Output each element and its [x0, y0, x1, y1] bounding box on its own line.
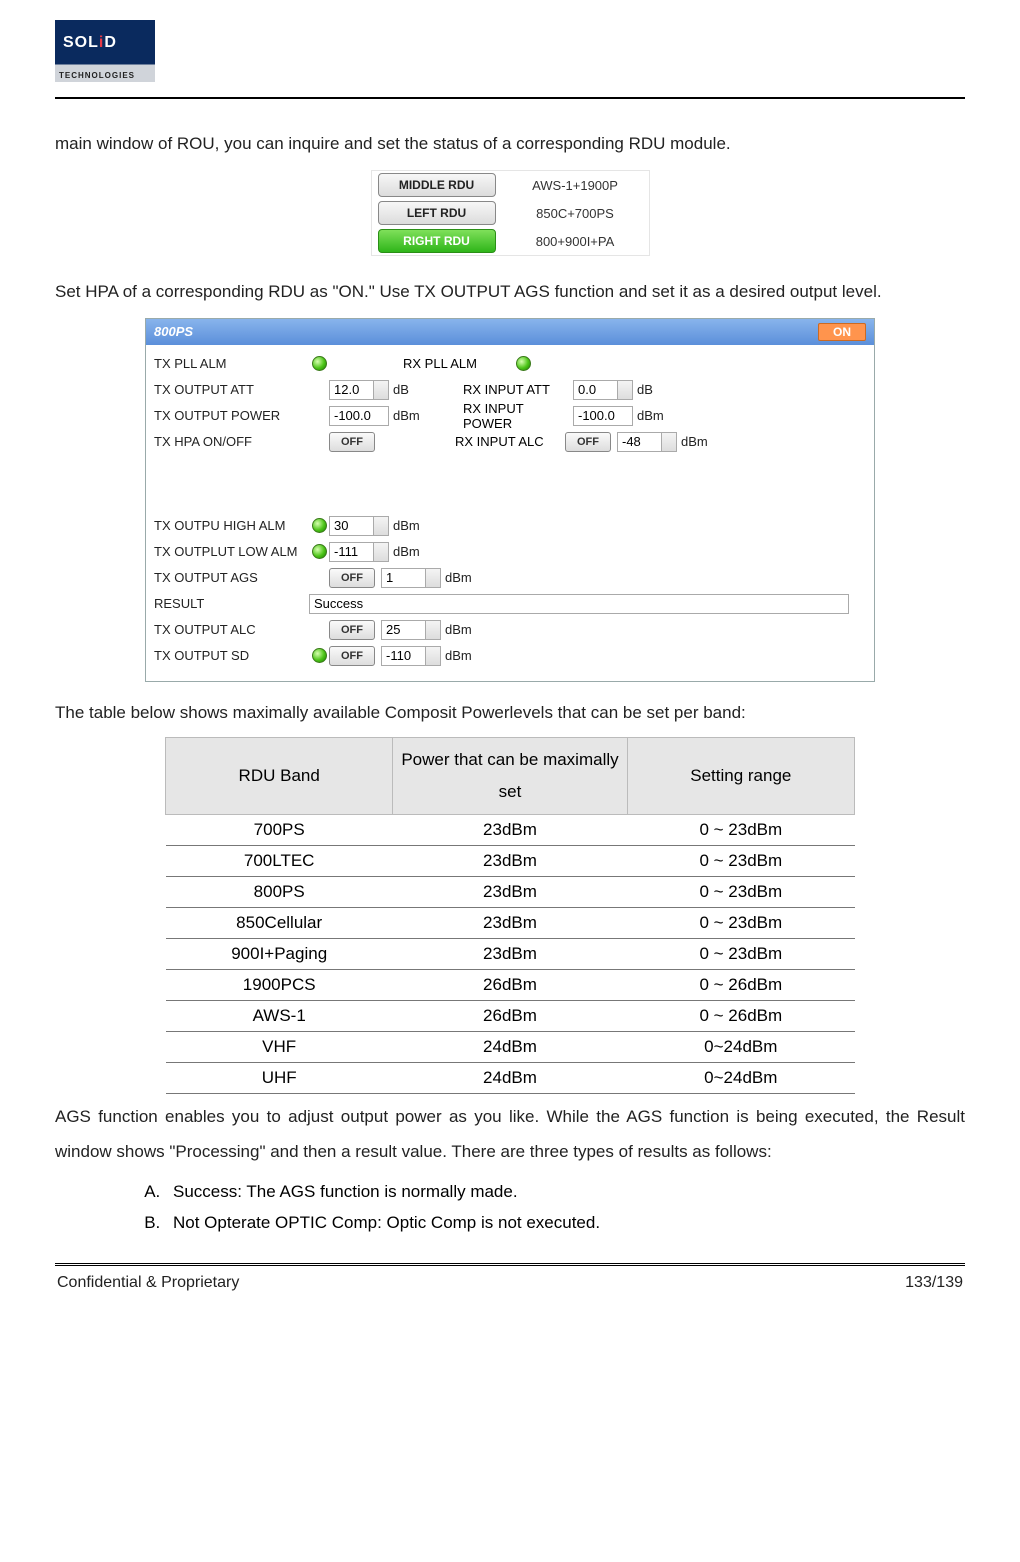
field-label: TX OUTPUT SD	[154, 648, 309, 663]
ags-paragraph: AGS function enables you to adjust outpu…	[55, 1100, 965, 1170]
field-label: RX PLL ALM	[403, 356, 513, 371]
value-input[interactable]	[381, 568, 441, 588]
table-row: AWS-126dBm0 ~ 26dBm	[166, 1001, 855, 1032]
result-input[interactable]	[309, 594, 849, 614]
footer-rule	[55, 1263, 965, 1266]
table-row: UHF24dBm0~24dBm	[166, 1063, 855, 1094]
unit-label: dB	[637, 382, 677, 397]
value-input[interactable]	[573, 406, 633, 426]
footer-left: Confidential & Proprietary	[57, 1274, 239, 1292]
unit-label: dBm	[393, 408, 433, 423]
unit-label: dBm	[393, 518, 433, 533]
table-row: 850Cellular23dBm0 ~ 23dBm	[166, 908, 855, 939]
logo-tagline: TECHNOLOGIES	[59, 71, 135, 80]
status-led	[312, 356, 327, 371]
rdu-button-0[interactable]: MIDDLE RDU	[378, 173, 496, 197]
toggle-button[interactable]: OFF	[329, 620, 375, 640]
value-input[interactable]	[329, 542, 389, 562]
field-label: TX OUTPUT POWER	[154, 408, 309, 423]
list-item: Not Opterate OPTIC Comp: Optic Comp is n…	[165, 1207, 965, 1238]
rdu-value-0: AWS-1+1900P	[508, 177, 643, 194]
hpa-paragraph: Set HPA of a corresponding RDU as "ON." …	[55, 275, 965, 310]
value-input[interactable]	[329, 406, 389, 426]
rdu-button-2[interactable]: RIGHT RDU	[378, 229, 496, 253]
value-input[interactable]	[329, 380, 389, 400]
unit-label: dBm	[445, 570, 485, 585]
panel-on-badge[interactable]: ON	[818, 323, 866, 341]
table-row: 700PS23dBm0 ~ 23dBm	[166, 815, 855, 846]
rdu-button-1[interactable]: LEFT RDU	[378, 201, 496, 225]
table-row: 1900PCS26dBm0 ~ 26dBm	[166, 970, 855, 1001]
intro-paragraph: main window of ROU, you can inquire and …	[55, 127, 965, 162]
toggle-button[interactable]: OFF	[329, 432, 375, 452]
table-header: Power that can be maximally set	[393, 737, 627, 815]
field-label: RX INPUT ATT	[463, 382, 573, 397]
logo: SOLiD TECHNOLOGIES	[55, 20, 965, 87]
rdu-value-1: 850C+700PS	[508, 205, 643, 222]
field-label: RX INPUT POWER	[463, 401, 573, 431]
results-list: Success: The AGS function is normally ma…	[165, 1176, 965, 1239]
status-led	[516, 356, 531, 371]
rdu-value-2: 800+900I+PA	[508, 233, 643, 250]
table-row: VHF24dBm0~24dBm	[166, 1032, 855, 1063]
unit-label: dBm	[681, 434, 721, 449]
table-header: Setting range	[627, 737, 854, 815]
status-led	[312, 648, 327, 663]
status-led	[312, 518, 327, 533]
value-input[interactable]	[381, 646, 441, 666]
value-input[interactable]	[381, 620, 441, 640]
unit-label: dBm	[393, 544, 433, 559]
header-rule	[55, 97, 965, 99]
logo-text: S	[63, 34, 75, 51]
field-label: TX OUTPUT ATT	[154, 382, 309, 397]
table-intro-paragraph: The table below shows maximally availabl…	[55, 696, 965, 731]
field-label: TX HPA ON/OFF	[154, 434, 309, 449]
value-input[interactable]	[617, 432, 677, 452]
value-input[interactable]	[573, 380, 633, 400]
toggle-button[interactable]: OFF	[329, 568, 375, 588]
field-label: RESULT	[154, 596, 309, 611]
unit-label: dBm	[637, 408, 677, 423]
field-label: TX PLL ALM	[154, 356, 309, 371]
rdu-selector-figure: MIDDLE RDU AWS-1+1900P LEFT RDU 850C+700PS R…	[371, 170, 650, 256]
field-label: TX OUTPU HIGH ALM	[154, 518, 309, 533]
toggle-button[interactable]: OFF	[565, 432, 611, 452]
field-label: TX OUTPUT ALC	[154, 622, 309, 637]
unit-label: dB	[393, 382, 433, 397]
table-row: 700LTEC23dBm0 ~ 23dBm	[166, 846, 855, 877]
table-row: 900I+Paging23dBm0 ~ 23dBm	[166, 939, 855, 970]
field-label: TX OUTPLUT LOW ALM	[154, 544, 309, 559]
panel-title: 800PS	[154, 324, 193, 339]
footer-page: 133/139	[905, 1274, 963, 1292]
toggle-button[interactable]: OFF	[329, 646, 375, 666]
status-led	[312, 544, 327, 559]
status-panel: 800PS ON TX PLL ALM RX PLL ALM TX OUTPUT A…	[145, 318, 875, 682]
list-item: Success: The AGS function is normally ma…	[165, 1176, 965, 1207]
field-label: TX OUTPUT AGS	[154, 570, 309, 585]
field-label: RX INPUT ALC	[455, 434, 565, 449]
unit-label: dBm	[445, 622, 485, 637]
value-input[interactable]	[329, 516, 389, 536]
table-header: RDU Band	[166, 737, 393, 815]
table-row: 800PS23dBm0 ~ 23dBm	[166, 877, 855, 908]
unit-label: dBm	[445, 648, 485, 663]
power-table: RDU BandPower that can be maximally setS…	[165, 737, 855, 1095]
